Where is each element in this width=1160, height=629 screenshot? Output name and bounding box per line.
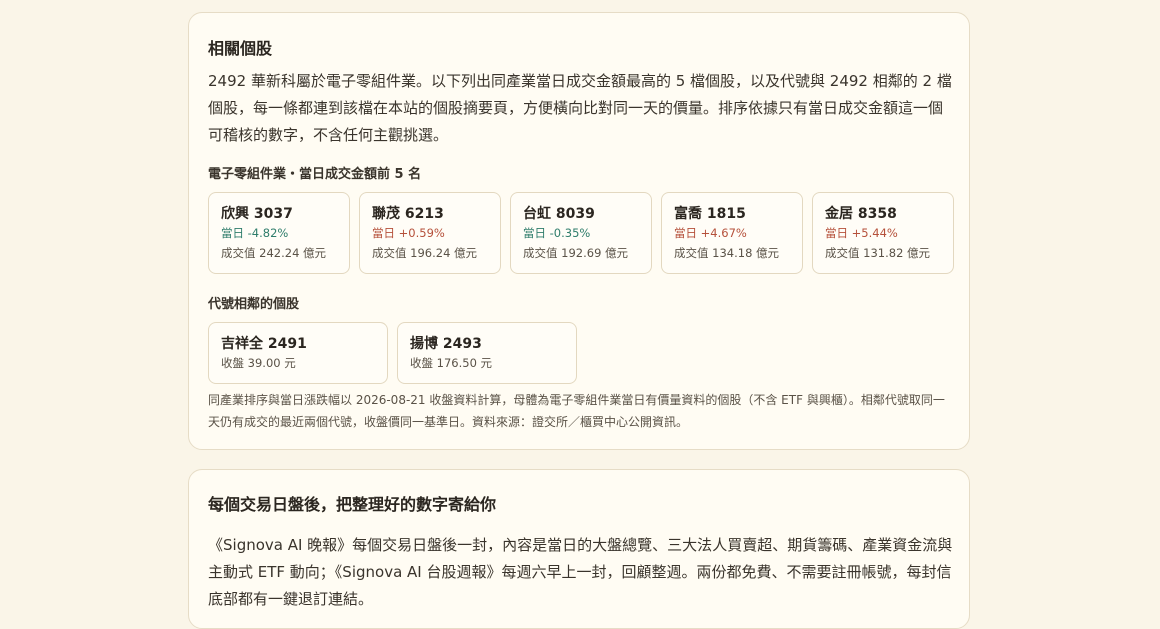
stock-card-6213[interactable]: 聯茂 6213 當日 +0.59% 成交值 196.24 億元 <box>359 192 501 274</box>
stock-card-3037[interactable]: 欣興 3037 當日 -4.82% 成交值 242.24 億元 <box>208 192 350 274</box>
data-source-footnote: 同產業排序與當日漲跌幅以 2026-08-21 收盤資料計算，母體為電子零組件業… <box>208 393 945 429</box>
stock-card-2491[interactable]: 吉祥全 2491 收盤 39.00 元 <box>208 322 388 384</box>
stock-name: 欣興 3037 <box>221 206 293 222</box>
stock-close: 收盤 39.00 元 <box>221 356 296 370</box>
stock-name: 金居 8358 <box>825 206 897 222</box>
top-turnover-heading: 電子零組件業・當日成交金額前 5 名 <box>208 167 422 182</box>
stock-card-2493[interactable]: 揚博 2493 收盤 176.50 元 <box>397 322 577 384</box>
adjacent-stocks-row: 吉祥全 2491 收盤 39.00 元 揚博 2493 收盤 176.50 元 <box>208 322 577 384</box>
stock-turnover: 成交值 131.82 億元 <box>825 246 931 260</box>
stock-card-8039[interactable]: 台虹 8039 當日 -0.35% 成交值 192.69 億元 <box>510 192 652 274</box>
related-stocks-card: 相關個股 2492 華新科屬於電子零組件業。以下列出同產業當日成交金額最高的 5… <box>188 12 970 450</box>
stock-change: 當日 -4.82% <box>221 226 289 240</box>
stock-name: 揚博 2493 <box>410 336 482 352</box>
stock-name: 台虹 8039 <box>523 206 595 222</box>
stock-card-1815[interactable]: 富喬 1815 當日 +4.67% 成交值 134.18 億元 <box>661 192 803 274</box>
stock-change: 當日 +4.67% <box>674 226 747 240</box>
stock-turnover: 成交值 134.18 億元 <box>674 246 780 260</box>
stock-name: 吉祥全 2491 <box>221 336 307 352</box>
stock-change: 當日 -0.35% <box>523 226 591 240</box>
stock-change: 當日 +5.44% <box>825 226 898 240</box>
stock-close: 收盤 176.50 元 <box>410 356 493 370</box>
stock-name: 聯茂 6213 <box>372 206 444 222</box>
stock-turnover: 成交值 242.24 億元 <box>221 246 327 260</box>
adjacent-code-heading: 代號相鄰的個股 <box>208 297 300 312</box>
newsletter-card: 每個交易日盤後，把整理好的數字寄給你 《Signova AI 晚報》每個交易日盤… <box>188 469 970 629</box>
top-stocks-row: 欣興 3037 當日 -4.82% 成交值 242.24 億元 聯茂 6213 … <box>208 192 954 274</box>
stock-name: 富喬 1815 <box>674 206 746 222</box>
stock-card-8358[interactable]: 金居 8358 當日 +5.44% 成交值 131.82 億元 <box>812 192 954 274</box>
stock-turnover: 成交值 192.69 億元 <box>523 246 629 260</box>
related-intro-text: 2492 華新科屬於電子零組件業。以下列出同產業當日成交金額最高的 5 檔個股，… <box>208 72 952 144</box>
related-stocks-title: 相關個股 <box>208 39 273 58</box>
stock-change: 當日 +0.59% <box>372 226 445 240</box>
newsletter-title: 每個交易日盤後，把整理好的數字寄給你 <box>208 495 497 514</box>
stock-turnover: 成交值 196.24 億元 <box>372 246 478 260</box>
newsletter-body-text: 《Signova AI 晚報》每個交易日盤後一封，內容是當日的大盤總覽、三大法人… <box>208 536 953 608</box>
